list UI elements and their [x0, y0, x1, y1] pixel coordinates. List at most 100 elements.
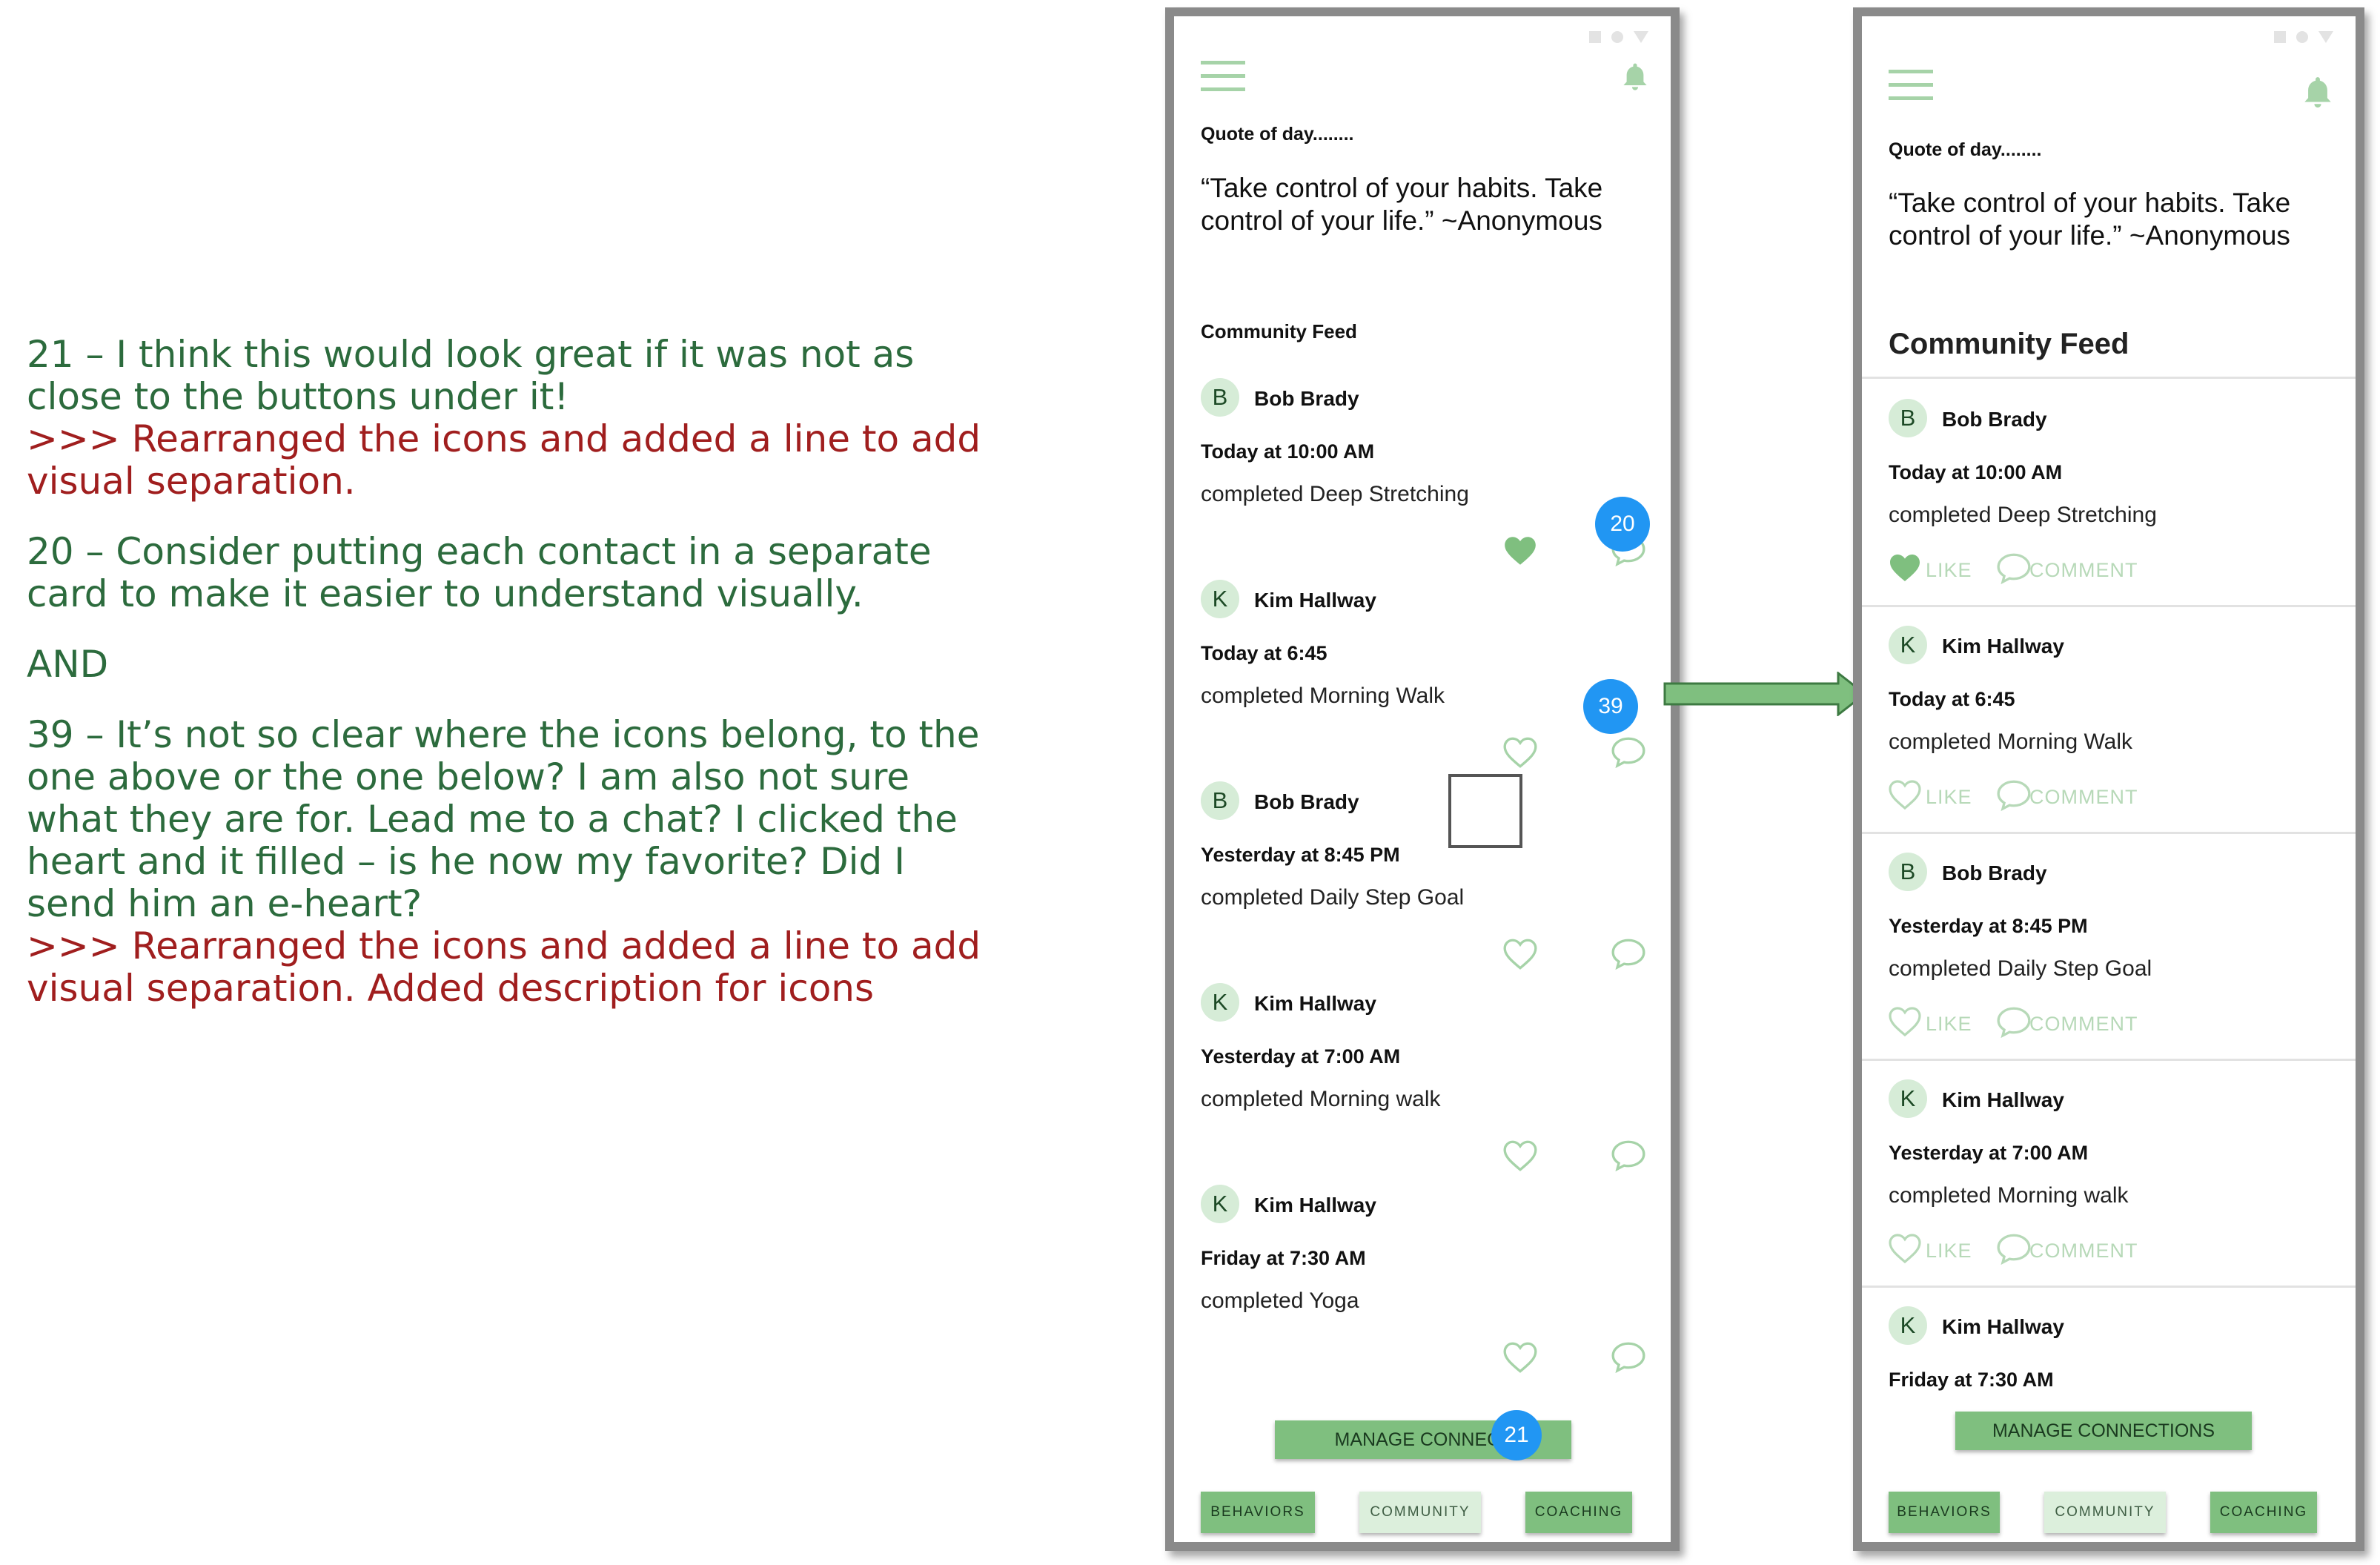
triangle-icon	[2318, 31, 2333, 43]
comment-icon[interactable]	[1610, 734, 1647, 771]
comment-label[interactable]: COMMENT	[2029, 1240, 2138, 1263]
post-activity: completed Deep Stretching	[1889, 503, 2157, 527]
comment-label[interactable]: COMMENT	[2029, 559, 2138, 582]
comment-icon[interactable]	[1995, 550, 2032, 587]
post-activity: completed Daily Step Goal	[1201, 885, 1465, 910]
heart-icon[interactable]	[1887, 1004, 1923, 1039]
note-20-comment: 20 – Consider putting each contact in a …	[27, 530, 932, 615]
heart-filled-icon[interactable]	[1887, 550, 1923, 586]
like-label[interactable]: LIKE	[1926, 786, 1972, 809]
quote-text: “Take control of your habits. Take contr…	[1889, 188, 2291, 251]
post-activity: completed Yoga	[1201, 1288, 1359, 1313]
heart-icon[interactable]	[1502, 1137, 1539, 1174]
quote-label: Quote of day........	[1201, 124, 1354, 145]
like-label[interactable]: LIKE	[1926, 1013, 1972, 1036]
post-time: Friday at 7:30 AM	[1889, 1369, 2054, 1391]
bell-icon[interactable]	[1619, 59, 1651, 95]
bell-icon[interactable]	[2299, 73, 2336, 113]
post-activity: completed Daily Step Goal	[1889, 956, 2152, 981]
comment-label[interactable]: COMMENT	[2029, 1013, 2138, 1036]
post-activity: completed Morning walk	[1201, 1087, 1441, 1111]
heart-icon[interactable]	[1887, 1231, 1923, 1266]
menu-icon[interactable]	[1889, 70, 1933, 102]
comment-icon[interactable]	[1610, 936, 1647, 973]
post-author[interactable]: Kim Hallway	[1254, 1194, 1376, 1217]
post-author[interactable]: Bob Brady	[1942, 861, 2047, 885]
avatar: K	[1889, 626, 1927, 664]
post-activity: completed Morning Walk	[1889, 729, 2133, 754]
note-and-text: AND	[27, 643, 109, 686]
heart-filled-icon[interactable]	[1502, 532, 1539, 569]
phone-after: Quote of day........ “Take control of yo…	[1853, 7, 2364, 1551]
square-icon	[2274, 31, 2286, 43]
menu-icon[interactable]	[1201, 61, 1245, 93]
comment-icon[interactable]	[1995, 1231, 2032, 1268]
status-bar	[1589, 31, 1648, 43]
post-time: Yesterday at 8:45 PM	[1201, 844, 1400, 866]
post-time: Today at 10:00 AM	[1201, 440, 1375, 463]
comment-icon[interactable]	[1995, 1004, 2032, 1041]
heart-icon[interactable]	[1502, 1339, 1539, 1376]
nav-coaching[interactable]: COACHING	[2210, 1492, 2317, 1533]
post-time: Yesterday at 8:45 PM	[1889, 915, 2088, 937]
like-label[interactable]: LIKE	[1926, 1240, 1972, 1263]
quote-label: Quote of day........	[1889, 139, 2042, 160]
note-39: 39 – It’s not so clear where the icons b…	[27, 714, 990, 1010]
heart-icon[interactable]	[1502, 936, 1539, 973]
post-time: Yesterday at 7:00 AM	[1201, 1045, 1401, 1068]
divider	[1862, 832, 2356, 834]
feed-title: Community Feed	[1889, 328, 2129, 360]
avatar: K	[1889, 1306, 1927, 1345]
avatar: B	[1889, 399, 1927, 437]
nav-community[interactable]: COMMUNITY	[2044, 1492, 2166, 1533]
quote-text: “Take control of your habits. Take contr…	[1201, 173, 1603, 236]
note-39-response: >>> Rearranged the icons and added a lin…	[27, 924, 981, 1010]
post-time: Today at 6:45	[1889, 688, 2015, 710]
nav-community[interactable]: COMMUNITY	[1359, 1492, 1481, 1533]
note-39-comment: 39 – It’s not so clear where the icons b…	[27, 713, 980, 925]
post-activity: completed Morning walk	[1889, 1183, 2129, 1208]
comment-icon[interactable]	[1610, 1137, 1647, 1174]
post-author[interactable]: Bob Brady	[1254, 387, 1359, 411]
post-author[interactable]: Bob Brady	[1254, 790, 1359, 814]
divider	[1862, 377, 2356, 379]
circle-icon	[1611, 31, 1623, 43]
circle-icon	[2296, 31, 2308, 43]
comment-icon[interactable]	[1610, 1339, 1647, 1376]
post-time: Today at 6:45	[1201, 642, 1327, 664]
highlight-box	[1448, 774, 1522, 848]
post-activity: completed Morning Walk	[1201, 684, 1445, 708]
arrow-icon	[1663, 672, 1867, 716]
post-author[interactable]: Kim Hallway	[1254, 589, 1376, 612]
status-bar	[2274, 31, 2333, 43]
heart-icon[interactable]	[1502, 734, 1539, 771]
post-author[interactable]: Bob Brady	[1942, 408, 2047, 431]
nav-behaviors[interactable]: BEHAVIORS	[1889, 1492, 2000, 1533]
nav-behaviors[interactable]: BEHAVIORS	[1201, 1492, 1315, 1533]
post-author[interactable]: Kim Hallway	[1942, 1315, 2064, 1339]
nav-coaching[interactable]: COACHING	[1525, 1492, 1632, 1533]
avatar: K	[1201, 983, 1239, 1022]
post-author[interactable]: Kim Hallway	[1254, 992, 1376, 1016]
phone-before: Quote of day........ “Take control of yo…	[1165, 7, 1680, 1551]
divider	[1862, 1286, 2356, 1288]
comment-icon[interactable]	[1995, 777, 2032, 814]
post-author[interactable]: Kim Hallway	[1942, 1088, 2064, 1112]
note-21: 21 – I think this would look great if it…	[27, 334, 990, 503]
square-icon	[1589, 31, 1601, 43]
avatar: K	[1201, 580, 1239, 618]
feed-title: Community Feed	[1201, 320, 1357, 343]
manage-connections-button[interactable]: MANAGE CONNECTIONS	[1955, 1412, 2252, 1450]
post-time: Today at 10:00 AM	[1889, 461, 2063, 483]
avatar: B	[1889, 853, 1927, 891]
post-time: Friday at 7:30 AM	[1201, 1247, 1366, 1269]
note-21-response: >>> Rearranged the icons and added a lin…	[27, 417, 981, 503]
comment-label[interactable]: COMMENT	[2029, 786, 2138, 809]
heart-icon[interactable]	[1887, 777, 1923, 813]
like-label[interactable]: LIKE	[1926, 559, 1972, 582]
post-author[interactable]: Kim Hallway	[1942, 635, 2064, 658]
divider	[1862, 1059, 2356, 1061]
review-notes: 21 – I think this would look great if it…	[27, 334, 990, 1038]
avatar: K	[1889, 1079, 1927, 1118]
annotation-badge-20: 20	[1595, 497, 1650, 552]
